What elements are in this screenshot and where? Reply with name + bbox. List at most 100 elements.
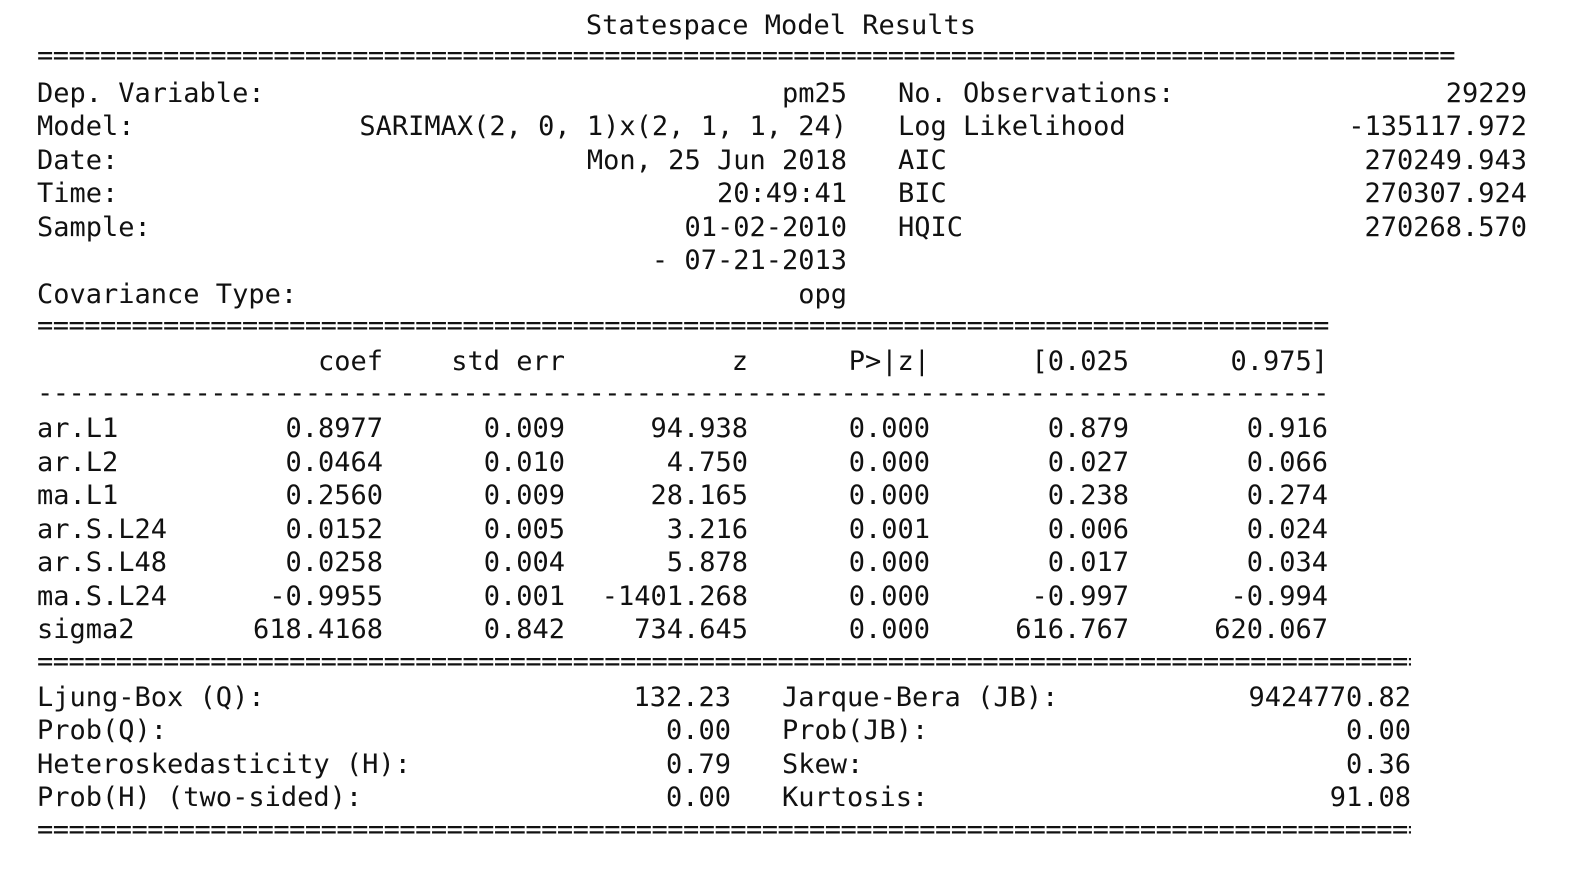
prob-h-value: 0.00 (665, 782, 731, 813)
report-title: Statespace Model Results (585, 10, 977, 41)
coef-row-name: ar.S.L48 (37, 547, 168, 578)
ci-lower-cell: 0.027 (1047, 447, 1129, 478)
kurtosis-label: Kurtosis: (782, 782, 929, 813)
ci-upper-cell: 0.066 (1246, 447, 1328, 478)
coef-row-name: ar.S.L24 (37, 514, 168, 545)
single-rule-coef: ----------------------------------------… (37, 384, 1329, 404)
prob-q-value: 0.00 (665, 715, 731, 746)
date-label: Date: (37, 145, 119, 176)
ci-lower-cell: 616.767 (1015, 614, 1129, 645)
std-err-cell: 0.842 (483, 614, 565, 645)
p-value-cell: 0.000 (848, 581, 930, 612)
covariance-type-value: opg (798, 279, 847, 310)
p-value-cell: 0.001 (848, 514, 930, 545)
std-err-cell: 0.009 (483, 480, 565, 511)
ci-upper-cell: 620.067 (1214, 614, 1328, 645)
std-err-cell: 0.010 (483, 447, 565, 478)
double-rule-bottom: ========================================… (37, 820, 1411, 840)
coef-cell: 618.4168 (252, 614, 383, 645)
ci-upper-cell: -0.994 (1230, 581, 1328, 612)
ci-lower-cell: 0.017 (1047, 547, 1129, 578)
kurtosis-value: 91.08 (1329, 782, 1411, 813)
skew-label: Skew: (782, 749, 864, 780)
date-value: Mon, 25 Jun 2018 (586, 145, 847, 176)
dep-variable-value: pm25 (781, 78, 847, 109)
coef-row-name: sigma2 (37, 614, 135, 645)
p-value-cell: 0.000 (848, 447, 930, 478)
sample-end-value: - 07-21-2013 (651, 245, 847, 276)
prob-jb-label: Prob(JB): (782, 715, 929, 746)
coef-cell: -0.9955 (269, 581, 383, 612)
sample-label: Sample: (37, 212, 151, 243)
z-cell: 28.165 (650, 480, 748, 511)
ci-upper-cell: 0.024 (1246, 514, 1328, 545)
coef-cell: 0.0258 (285, 547, 383, 578)
std-err-cell: 0.001 (483, 581, 565, 612)
bic-value: 270307.924 (1364, 178, 1527, 209)
ci-upper-cell: 0.034 (1246, 547, 1328, 578)
coef-cell: 0.2560 (285, 480, 383, 511)
jarque-bera-label: Jarque-Bera (JB): (782, 682, 1059, 713)
prob-q-label: Prob(Q): (37, 715, 168, 746)
time-label: Time: (37, 178, 119, 209)
prob-h-label: Prob(H) (two-sided): (37, 782, 363, 813)
ci-upper-cell: 0.916 (1246, 413, 1328, 444)
model-label: Model: (37, 111, 135, 142)
z-cell: 94.938 (650, 413, 748, 444)
col-header-ci-upper: 0.975] (1230, 346, 1328, 377)
z-cell: 3.216 (666, 514, 748, 545)
dep-variable-label: Dep. Variable: (37, 78, 265, 109)
double-rule-diagnostics-top: ========================================… (37, 652, 1411, 672)
sample-start-value: 01-02-2010 (684, 212, 847, 243)
z-cell: 5.878 (666, 547, 748, 578)
z-cell: 4.750 (666, 447, 748, 478)
p-value-cell: 0.000 (848, 413, 930, 444)
coef-row-name: ar.L2 (37, 447, 119, 478)
aic-value: 270249.943 (1364, 145, 1527, 176)
double-rule-coef-top: ========================================… (37, 316, 1329, 336)
col-header-p-value: P>|z| (848, 346, 930, 377)
prob-jb-value: 0.00 (1345, 715, 1411, 746)
col-header-z: z (731, 346, 748, 377)
coef-row-name: ar.L1 (37, 413, 119, 444)
model-results-report: Statespace Model Results ===============… (0, 0, 1590, 872)
log-likelihood-label: Log Likelihood (898, 111, 1126, 142)
coef-row-name: ma.L1 (37, 480, 119, 511)
std-err-cell: 0.005 (483, 514, 565, 545)
p-value-cell: 0.000 (848, 547, 930, 578)
std-err-cell: 0.004 (483, 547, 565, 578)
heteroskedasticity-value: 0.79 (665, 749, 731, 780)
ljung-box-value: 132.23 (633, 682, 731, 713)
time-value: 20:49:41 (716, 178, 847, 209)
model-value: SARIMAX(2, 0, 1)x(2, 1, 1, 24) (359, 111, 847, 142)
ci-lower-cell: 0.006 (1047, 514, 1129, 545)
observations-value: 29229 (1445, 78, 1527, 109)
bic-label: BIC (898, 178, 947, 209)
hqic-label: HQIC (898, 212, 964, 243)
p-value-cell: 0.000 (848, 614, 930, 645)
col-header-std-err: std err (451, 346, 565, 377)
coef-cell: 0.0464 (285, 447, 383, 478)
z-cell: 734.645 (634, 614, 748, 645)
skew-value: 0.36 (1345, 749, 1411, 780)
p-value-cell: 0.000 (848, 480, 930, 511)
coef-cell: 0.0152 (285, 514, 383, 545)
coef-cell: 0.8977 (285, 413, 383, 444)
observations-label: No. Observations: (898, 78, 1175, 109)
covariance-type-label: Covariance Type: (37, 279, 298, 310)
ljung-box-label: Ljung-Box (Q): (37, 682, 265, 713)
log-likelihood-value: -135117.972 (1348, 111, 1527, 142)
ci-lower-cell: 0.238 (1047, 480, 1129, 511)
col-header-ci-lower: [0.025 (1031, 346, 1129, 377)
double-rule-top: ========================================… (37, 46, 1455, 66)
ci-lower-cell: 0.879 (1047, 413, 1129, 444)
std-err-cell: 0.009 (483, 413, 565, 444)
z-cell: -1401.268 (601, 581, 748, 612)
ci-upper-cell: 0.274 (1246, 480, 1328, 511)
jarque-bera-value: 9424770.82 (1248, 682, 1411, 713)
col-header-coef: coef (317, 346, 383, 377)
hqic-value: 270268.570 (1364, 212, 1527, 243)
coef-row-name: ma.S.L24 (37, 581, 168, 612)
heteroskedasticity-label: Heteroskedasticity (H): (37, 749, 411, 780)
ci-lower-cell: -0.997 (1031, 581, 1129, 612)
